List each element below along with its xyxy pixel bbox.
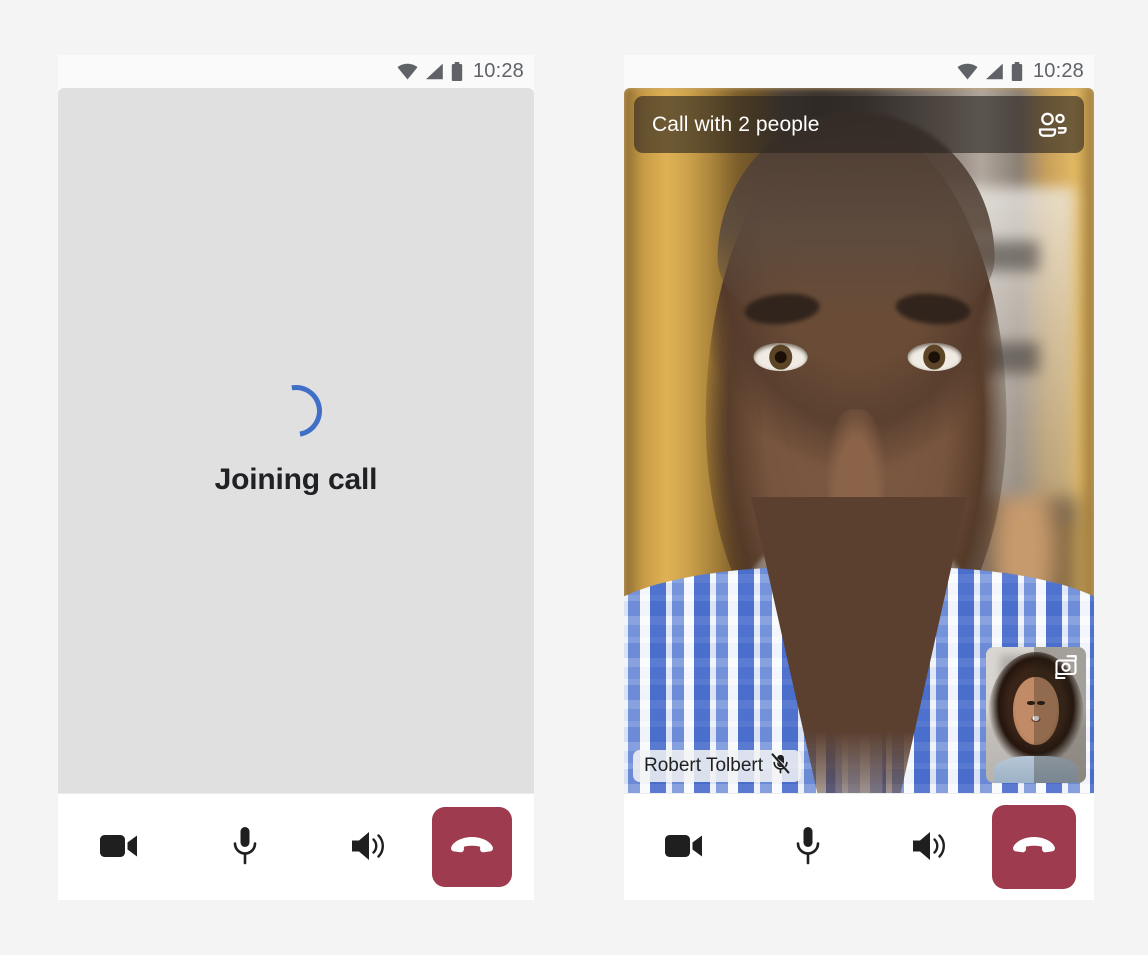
participant-name: Robert Tolbert [644,755,763,776]
end-call-button[interactable] [432,807,513,887]
battery-icon [1011,62,1023,81]
end-call-button[interactable] [992,805,1077,889]
battery-icon [451,62,463,81]
status-bar: 10:28 [624,55,1094,88]
toggle-microphone-button[interactable] [183,794,308,900]
participant-name-badge: Robert Tolbert [633,750,801,782]
toggle-speaker-button[interactable] [307,794,432,900]
video-camera-icon [99,831,141,864]
flip-camera-icon[interactable] [1051,653,1081,686]
wifi-icon [397,63,418,80]
call-controls-bar [58,793,534,900]
speaker-icon [911,829,951,866]
wifi-icon [957,63,978,80]
toggle-video-button[interactable] [58,794,183,900]
toggle-speaker-button[interactable] [869,794,992,900]
end-call-icon [1011,833,1057,862]
toggle-video-button[interactable] [624,794,747,900]
phone-screen-in-call: 10:28 Call with 2 people Robert Tolbert [624,55,1094,900]
cellular-signal-icon [425,63,444,80]
microphone-muted-icon [771,753,790,779]
video-stage-live[interactable]: Call with 2 people Robert Tolbert [624,88,1094,793]
cellular-signal-icon [985,63,1004,80]
self-view-thumbnail[interactable] [986,647,1086,783]
people-icon[interactable] [1038,112,1068,138]
toggle-microphone-button[interactable] [747,794,870,900]
video-camera-icon [664,831,706,864]
microphone-icon [794,826,822,869]
status-bar-clock: 10:28 [472,60,524,82]
status-bar: 10:28 [58,55,534,88]
end-call-icon [449,833,495,862]
phone-screen-joining: 10:28 Joining call [58,55,534,900]
video-stage-placeholder: Joining call [58,88,534,793]
call-title: Call with 2 people [652,112,820,136]
call-controls-bar [624,793,1094,900]
microphone-icon [231,826,259,869]
speaker-icon [350,829,390,866]
status-bar-clock: 10:28 [1032,60,1084,82]
loading-spinner-icon [259,374,333,447]
joining-call-status-text: Joining call [214,462,378,496]
screenshot-canvas: 10:28 Joining call 10:28 Call with 2 peo… [0,0,1148,955]
call-header-bar: Call with 2 people [634,96,1084,153]
